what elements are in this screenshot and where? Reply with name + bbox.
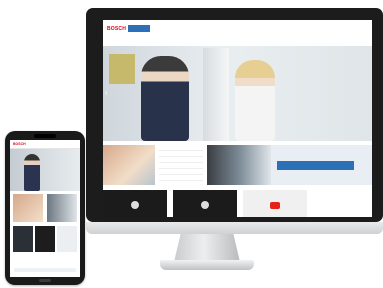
hero-banner[interactable]: ‹	[103, 46, 372, 141]
teaser-service-agent-photo[interactable]	[207, 145, 271, 185]
phone-teaser-photo[interactable]	[47, 194, 77, 222]
main-nav	[107, 38, 367, 44]
site-header: BOSCH	[103, 20, 372, 47]
smartphone: BOSCH	[5, 131, 85, 285]
phone-hero-figure	[24, 154, 40, 191]
teaser-couple-photo[interactable]	[103, 145, 155, 185]
phone-teaser-row-2	[10, 226, 80, 252]
hero-badge	[109, 54, 135, 84]
monitor-stand-base	[160, 260, 254, 270]
sub-brand-logo[interactable]	[128, 25, 150, 32]
phone-teaser-photo[interactable]	[13, 194, 43, 222]
video-tile-3[interactable]	[243, 190, 307, 217]
phone-site-header: BOSCH	[10, 140, 80, 149]
video-tile-2[interactable]	[173, 190, 237, 217]
monitor-screen: BOSCH ‹	[103, 20, 372, 217]
brand-logo[interactable]: BOSCH	[107, 26, 126, 32]
phone-hero-banner[interactable]	[10, 149, 80, 191]
hero-prev-arrow-icon[interactable]: ‹	[105, 88, 108, 97]
phone-notch	[34, 134, 56, 138]
phone-video-tile[interactable]	[13, 226, 33, 252]
phone-video-tile[interactable]	[57, 226, 77, 252]
teaser-banner-bar	[277, 161, 354, 170]
phone-screen: BOSCH	[10, 140, 80, 277]
phone-video-tile[interactable]	[35, 226, 55, 252]
play-icon[interactable]	[201, 200, 209, 209]
video-row	[103, 190, 372, 217]
teaser-info-table	[159, 145, 203, 185]
phone-footer-bar	[14, 268, 76, 272]
device-mockup-scene: BOSCH ‹ BOSCH	[0, 0, 383, 288]
phone-teaser-row-1	[10, 194, 80, 222]
phone-brand-logo[interactable]: BOSCH	[13, 142, 26, 146]
phone-home-indicator	[39, 279, 51, 282]
table-row	[159, 175, 203, 181]
video-tile-1[interactable]	[103, 190, 167, 217]
content-row-teasers	[103, 145, 372, 185]
teaser-banner[interactable]	[271, 145, 372, 185]
desktop-monitor: BOSCH ‹	[86, 8, 383, 222]
hero-fridge-image	[203, 48, 229, 141]
monitor-stand-neck	[174, 234, 240, 262]
play-icon[interactable]	[131, 200, 139, 209]
youtube-play-icon[interactable]	[270, 201, 280, 209]
monitor-chin	[86, 222, 383, 234]
hero-man-figure	[141, 56, 189, 141]
hero-woman-figure	[235, 60, 275, 141]
